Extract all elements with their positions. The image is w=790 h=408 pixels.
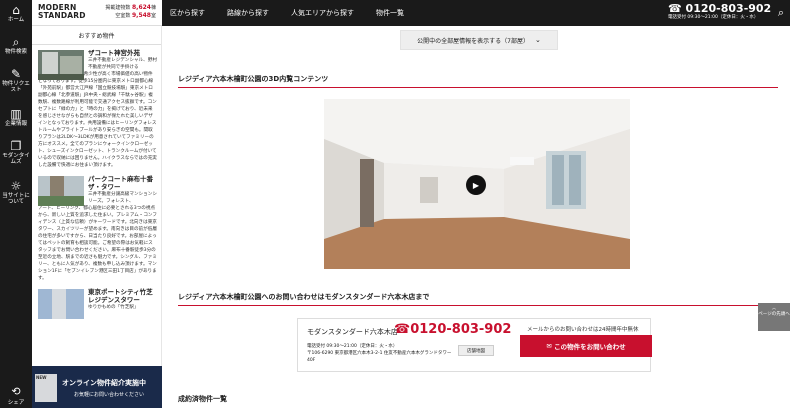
nav-by-area[interactable]: 人気エリアから探す <box>291 8 354 18</box>
mail-note: メールからのお問い合わせは24時間年中無休 <box>527 327 639 333</box>
site-logo[interactable]: MODERN STANDARD <box>38 4 86 20</box>
store-phone[interactable]: ☎0120-803-902 <box>394 322 511 337</box>
recommend-desc-top: 三井不動産分譲高級マンションシリーズ。フォレスト、 <box>88 192 157 204</box>
inquire-label: この物件をお問い合わせ <box>554 343 626 351</box>
store-name: モダンスタンダード六本木店 <box>307 328 398 336</box>
recommend-desc: 高級分譲マンション。希少性が高く市場価値の高い物件となっております。徒歩15分圏… <box>38 72 157 168</box>
recommend-title: おすすめ物件 <box>32 26 161 45</box>
book-icon: ❐ <box>10 139 22 153</box>
section-contracted-title: 成約済物件一覧 <box>178 395 227 403</box>
phone-icon: ☎ <box>394 322 411 337</box>
section-3d-title: レジディア六本木檜町公園の3D内覧コンテンツ <box>178 74 778 88</box>
section-inquiry-title: レジディア六本木檜町公園へのお問い合わせはモダンスタンダード六本木店まで <box>178 292 778 306</box>
nav-search-label: 物件検索 <box>4 49 27 55</box>
main-content: 公開中の全部屋情報を表示する（7部屋） ⌄ レジディア六本木檜町公園の3D内覧コ… <box>162 26 790 408</box>
recommend-name: 東京ポートシティ竹芝レジデンスタワー <box>88 288 153 304</box>
nav-request[interactable]: ✎ 物件リクエスト <box>0 64 32 104</box>
store-hours: 電話受付 09:30～21:00（定休日：火・水） <box>307 344 398 349</box>
nav-modern-times-label: モダンタイムズ <box>2 153 30 165</box>
recommend-name: ザコート神宮外苑 <box>88 49 140 57</box>
nav-company[interactable]: ▥ 企業情報 <box>0 104 32 136</box>
top-navigation: 区から探す 路線から探す 人気エリアから探す 物件一覧 <box>170 0 426 26</box>
property-thumbnail <box>38 50 84 80</box>
show-all-rooms-label: 公開中の全部屋情報を表示する（7部屋） <box>417 37 529 45</box>
logo-line2: STANDARD <box>38 11 86 20</box>
recommend-desc: アート、ヒーリング、都心居住に必要とされる3つの視点から、新しい上質を追求した住… <box>38 206 157 281</box>
phone-hours: 電話受付 09:30～21:00（定休日：火・水） <box>668 15 759 20</box>
recommend-desc-top: 三井不動産レジデンシャル、野村不動産が共同で手掛ける <box>88 58 157 70</box>
share-icon: ⟲ <box>11 385 21 398</box>
recommend-panel: おすすめ物件 ザコート神宮外苑 三井不動産レジデンシャル、野村不動産が共同で手掛… <box>32 26 162 408</box>
nav-about[interactable]: ☼ 当サイトについて <box>0 176 32 216</box>
nav-request-label: 物件リクエスト <box>2 81 30 93</box>
property-thumbnail <box>38 289 84 319</box>
store-address: 〒106-6290 東京都港区六本木3-2-1 住友不動産六本木グランドタワー4… <box>307 351 452 363</box>
top-bar: 区から探す 路線から探す 人気エリアから探す 物件一覧 ☎ 0120-803-9… <box>162 0 790 26</box>
document-icon: ✎ <box>10 67 22 81</box>
nav-property-list[interactable]: 物件一覧 <box>376 8 404 18</box>
recommend-item[interactable]: パークコート麻布十番ザ・タワー 三井不動産分譲高級マンションシリーズ。フォレスト… <box>32 171 161 284</box>
chevron-up-icon: ︿ <box>771 306 777 311</box>
phone-icon: ☎ <box>668 2 682 15</box>
new-badge: NEW <box>36 375 47 380</box>
bulb-icon: ☼ <box>10 179 22 193</box>
nav-home-label: ホーム <box>7 17 25 23</box>
property-thumbnail <box>38 176 84 206</box>
nav-company-label: 企業情報 <box>4 121 27 127</box>
recommend-name: パークコート麻布十番ザ・タワー <box>88 175 153 191</box>
header-phone[interactable]: ☎ 0120-803-902 電話受付 09:30～21:00（定休日：火・水） <box>668 3 771 21</box>
side-navigation: ⌂ ホーム ⌕ 物件検索 ✎ 物件リクエスト ▥ 企業情報 ❐ モダンタイムズ … <box>0 0 32 408</box>
nav-about-label: 当サイトについて <box>2 193 30 205</box>
nav-modern-times[interactable]: ❐ モダンタイムズ <box>0 136 32 176</box>
brand-bar: MODERN STANDARD 掲載建物数 8,624棟 空室数 9,548室 <box>32 0 162 26</box>
home-icon: ⌂ <box>12 3 20 17</box>
phone-number: 0120-803-902 <box>685 2 772 15</box>
page-top-label: ページの先頭へ <box>758 312 790 317</box>
listing-stats: 掲載建物数 8,624棟 空室数 9,548室 <box>105 4 156 20</box>
page-top-button[interactable]: ︿ ページの先頭へ <box>758 303 790 331</box>
share-label: シェア <box>7 400 25 406</box>
building-icon: ▥ <box>10 107 22 121</box>
inquiry-box: モダンスタンダード六本木店 ☎0120-803-902 電話受付 09:30～2… <box>297 318 652 372</box>
store-phone-number: 0120-803-902 <box>410 322 512 337</box>
stat-buildings: 掲載建物数 8,624棟 <box>105 4 156 11</box>
banner-subtitle: お気軽にお問い合わせください <box>74 392 145 398</box>
play-icon[interactable]: ▶ <box>466 175 486 195</box>
mail-icon: ✉ <box>546 342 555 350</box>
nav-by-ward[interactable]: 区から探す <box>170 8 205 18</box>
nav-home[interactable]: ⌂ ホーム <box>0 0 32 32</box>
search-icon: ⌕ <box>12 35 20 49</box>
inquire-by-mail-button[interactable]: ✉ この物件をお問い合わせ <box>520 335 652 357</box>
online-showing-banner[interactable]: NEW オンライン物件紹介実施中 お気軽にお問い合わせください <box>32 366 162 408</box>
recommend-item[interactable]: ザコート神宮外苑 三井不動産レジデンシャル、野村不動産が共同で手掛ける 高級分譲… <box>32 45 161 171</box>
recommend-item[interactable]: 東京ポートシティ竹芝レジデンスタワー ゆりかもめの「竹芝駅」 <box>32 284 161 319</box>
recommend-desc-top: ゆりかもめの「竹芝駅」 <box>88 305 139 310</box>
nav-by-line[interactable]: 路線から探す <box>227 8 269 18</box>
show-all-rooms-button[interactable]: 公開中の全部屋情報を表示する（7部屋） ⌄ <box>400 30 558 50</box>
nav-search[interactable]: ⌕ 物件検索 <box>0 32 32 64</box>
share-button[interactable]: ⟲ シェア <box>0 385 32 406</box>
header-search-icon[interactable]: ⌕ <box>778 6 784 20</box>
3d-tour-viewer[interactable]: ▶ <box>324 99 630 269</box>
store-info: 電話受付 09:30～21:00（定休日：火・水） 〒106-6290 東京都港… <box>307 343 455 364</box>
stat-vacancies: 空室数 9,548室 <box>115 12 156 19</box>
store-map-button[interactable]: 店舗地図 <box>458 345 494 356</box>
chevron-down-icon: ⌄ <box>534 36 541 44</box>
banner-title: オンライン物件紹介実施中 <box>62 379 146 387</box>
